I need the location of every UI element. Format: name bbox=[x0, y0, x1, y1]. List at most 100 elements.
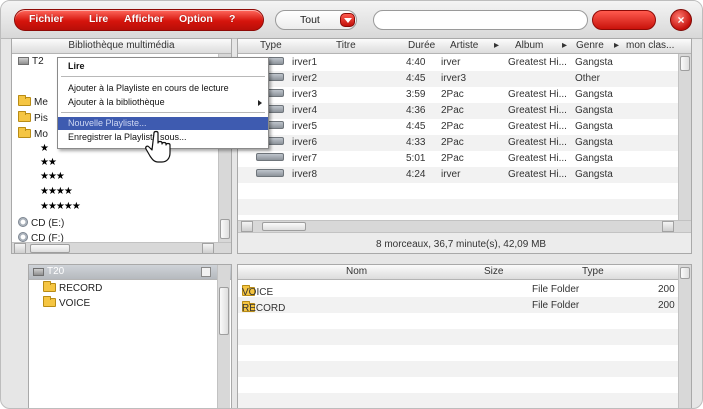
track-artist: irver bbox=[441, 57, 461, 68]
track-row[interactable]: irver4 4:36 2Pac Greatest Hi... Gangsta bbox=[238, 103, 678, 119]
file-type: File Folder bbox=[532, 284, 580, 295]
collapse-icon[interactable] bbox=[201, 267, 211, 277]
track-title: irver1 bbox=[292, 57, 318, 68]
track-album: Greatest Hi... bbox=[508, 89, 567, 100]
col-file-type[interactable]: Type bbox=[582, 265, 604, 279]
track-row[interactable]: irver6 4:33 2Pac Greatest Hi... Gangsta bbox=[238, 135, 678, 151]
library-item-cd-e[interactable]: CD (E:) bbox=[18, 217, 64, 229]
rating-3-stars[interactable]: ★★★ bbox=[40, 171, 65, 182]
scroll-thumb[interactable] bbox=[219, 287, 229, 335]
col-album[interactable]: Album bbox=[515, 39, 543, 53]
menu-lire[interactable]: Lire bbox=[89, 13, 108, 25]
status-text: 8 morceaux, 36,7 minute(s), 42,09 MB bbox=[376, 239, 547, 250]
col-artist-arrow[interactable]: ▸ bbox=[494, 39, 499, 53]
track-list-header: Type Titre Durée Artiste ▸ Album ▸ Genre… bbox=[238, 39, 691, 54]
col-duration[interactable]: Durée bbox=[408, 39, 435, 53]
track-genre: Gangsta bbox=[575, 169, 613, 180]
scroll-right-arrow[interactable] bbox=[202, 243, 214, 253]
chevron-down-icon[interactable] bbox=[340, 13, 355, 27]
file-row[interactable]: RECORD File Folder 200 bbox=[238, 297, 678, 314]
library-hscrollbar[interactable] bbox=[12, 242, 231, 253]
menu-bar: Fichier Lire Afficher Option ? bbox=[14, 9, 264, 31]
empty-row bbox=[238, 345, 678, 361]
device-folder-voice[interactable]: VOICE bbox=[43, 296, 90, 309]
search-button[interactable] bbox=[592, 10, 656, 30]
folder-icon bbox=[18, 95, 31, 106]
scroll-thumb[interactable] bbox=[30, 244, 70, 253]
folder-icon bbox=[18, 111, 31, 122]
col-artist[interactable]: Artiste bbox=[450, 39, 478, 53]
track-list-panel: Type Titre Durée Artiste ▸ Album ▸ Genre… bbox=[237, 38, 692, 254]
track-row[interactable]: irver8 4:24 irver Greatest Hi... Gangsta bbox=[238, 167, 678, 183]
file-vscrollbar[interactable] bbox=[678, 265, 691, 408]
scroll-thumb[interactable] bbox=[262, 222, 306, 231]
empty-row bbox=[238, 199, 678, 215]
col-type[interactable]: Type bbox=[260, 39, 282, 53]
library-item-me[interactable]: Me bbox=[18, 95, 48, 108]
col-size[interactable]: Size bbox=[484, 265, 503, 279]
track-vscrollbar[interactable] bbox=[678, 54, 691, 220]
track-duration: 4:45 bbox=[406, 73, 426, 84]
file-list-panel: Nom Size Type VOICE File Folder 200 RECORD F… bbox=[237, 264, 692, 408]
device-vscrollbar[interactable] bbox=[217, 265, 230, 408]
track-album: Greatest Hi... bbox=[508, 153, 567, 164]
folder-icon bbox=[18, 127, 31, 138]
close-icon[interactable]: × bbox=[670, 9, 692, 31]
file-row[interactable]: VOICE File Folder 200 bbox=[238, 281, 678, 298]
track-hscrollbar[interactable] bbox=[238, 220, 691, 232]
folder-icon bbox=[43, 281, 56, 292]
col-genre[interactable]: Genre bbox=[576, 39, 604, 53]
track-row[interactable]: irver7 5:01 2Pac Greatest Hi... Gangsta bbox=[238, 151, 678, 167]
track-album: Greatest Hi... bbox=[508, 57, 567, 68]
track-genre: Gangsta bbox=[575, 89, 613, 100]
context-item-add-to-library[interactable]: Ajouter à la bibliothèque bbox=[58, 96, 268, 109]
track-row[interactable]: irver2 4:45 irver3 Other bbox=[238, 71, 678, 87]
track-duration: 4:24 bbox=[406, 169, 426, 180]
track-title: irver8 bbox=[292, 169, 318, 180]
rating-2-stars[interactable]: ★★ bbox=[40, 157, 57, 168]
scroll-left-arrow[interactable] bbox=[241, 221, 253, 232]
track-album: Greatest Hi... bbox=[508, 137, 567, 148]
track-artist: 2Pac bbox=[441, 121, 464, 132]
context-separator bbox=[61, 76, 265, 77]
scroll-right-arrow[interactable] bbox=[662, 221, 674, 232]
track-row[interactable]: irver3 3:59 2Pac Greatest Hi... Gangsta bbox=[238, 87, 678, 103]
menu-option[interactable]: Option bbox=[179, 13, 213, 25]
col-album-arrow[interactable]: ▸ bbox=[562, 39, 567, 53]
search-input[interactable] bbox=[373, 10, 588, 30]
menu-help[interactable]: ? bbox=[229, 13, 235, 25]
empty-row bbox=[238, 329, 678, 345]
filter-dropdown[interactable]: Tout bbox=[275, 10, 357, 30]
empty-row bbox=[238, 377, 678, 393]
track-artist: 2Pac bbox=[441, 89, 464, 100]
library-item-device[interactable]: T2 bbox=[18, 56, 44, 67]
col-title[interactable]: Titre bbox=[336, 39, 356, 53]
col-name[interactable]: Nom bbox=[346, 265, 367, 279]
track-artist: 2Pac bbox=[441, 153, 464, 164]
device-folder-record[interactable]: RECORD bbox=[43, 281, 102, 294]
track-album: Greatest Hi... bbox=[508, 169, 567, 180]
scroll-left-arrow[interactable] bbox=[14, 243, 26, 253]
col-genre-arrow[interactable]: ▸ bbox=[614, 39, 619, 53]
device-icon bbox=[18, 57, 29, 65]
track-row[interactable]: irver1 4:40 irver Greatest Hi... Gangsta bbox=[238, 55, 678, 71]
empty-row bbox=[238, 361, 678, 377]
col-my-rating[interactable]: mon clas... bbox=[626, 39, 674, 53]
track-row[interactable]: irver5 4:45 2Pac Greatest Hi... Gangsta bbox=[238, 119, 678, 135]
rating-5-stars[interactable]: ★★★★★ bbox=[40, 201, 81, 212]
rating-4-stars[interactable]: ★★★★ bbox=[40, 186, 73, 197]
scroll-thumb[interactable] bbox=[680, 267, 690, 279]
filter-value: Tout bbox=[300, 14, 320, 26]
library-item-mo[interactable]: Mo bbox=[18, 127, 48, 140]
library-item-pis[interactable]: Pis bbox=[18, 111, 48, 124]
empty-row bbox=[238, 183, 678, 199]
audio-type-icon bbox=[256, 153, 284, 161]
scroll-thumb[interactable] bbox=[220, 219, 230, 239]
rating-1-star[interactable]: ★ bbox=[40, 143, 49, 154]
scroll-thumb[interactable] bbox=[680, 56, 690, 71]
panel-splitter[interactable] bbox=[1, 257, 702, 263]
context-item-add-to-now-playing[interactable]: Ajouter à la Playliste en cours de lectu… bbox=[58, 82, 268, 95]
menu-fichier[interactable]: Fichier bbox=[29, 13, 63, 25]
context-item-play[interactable]: Lire bbox=[58, 60, 268, 73]
menu-afficher[interactable]: Afficher bbox=[124, 13, 164, 25]
